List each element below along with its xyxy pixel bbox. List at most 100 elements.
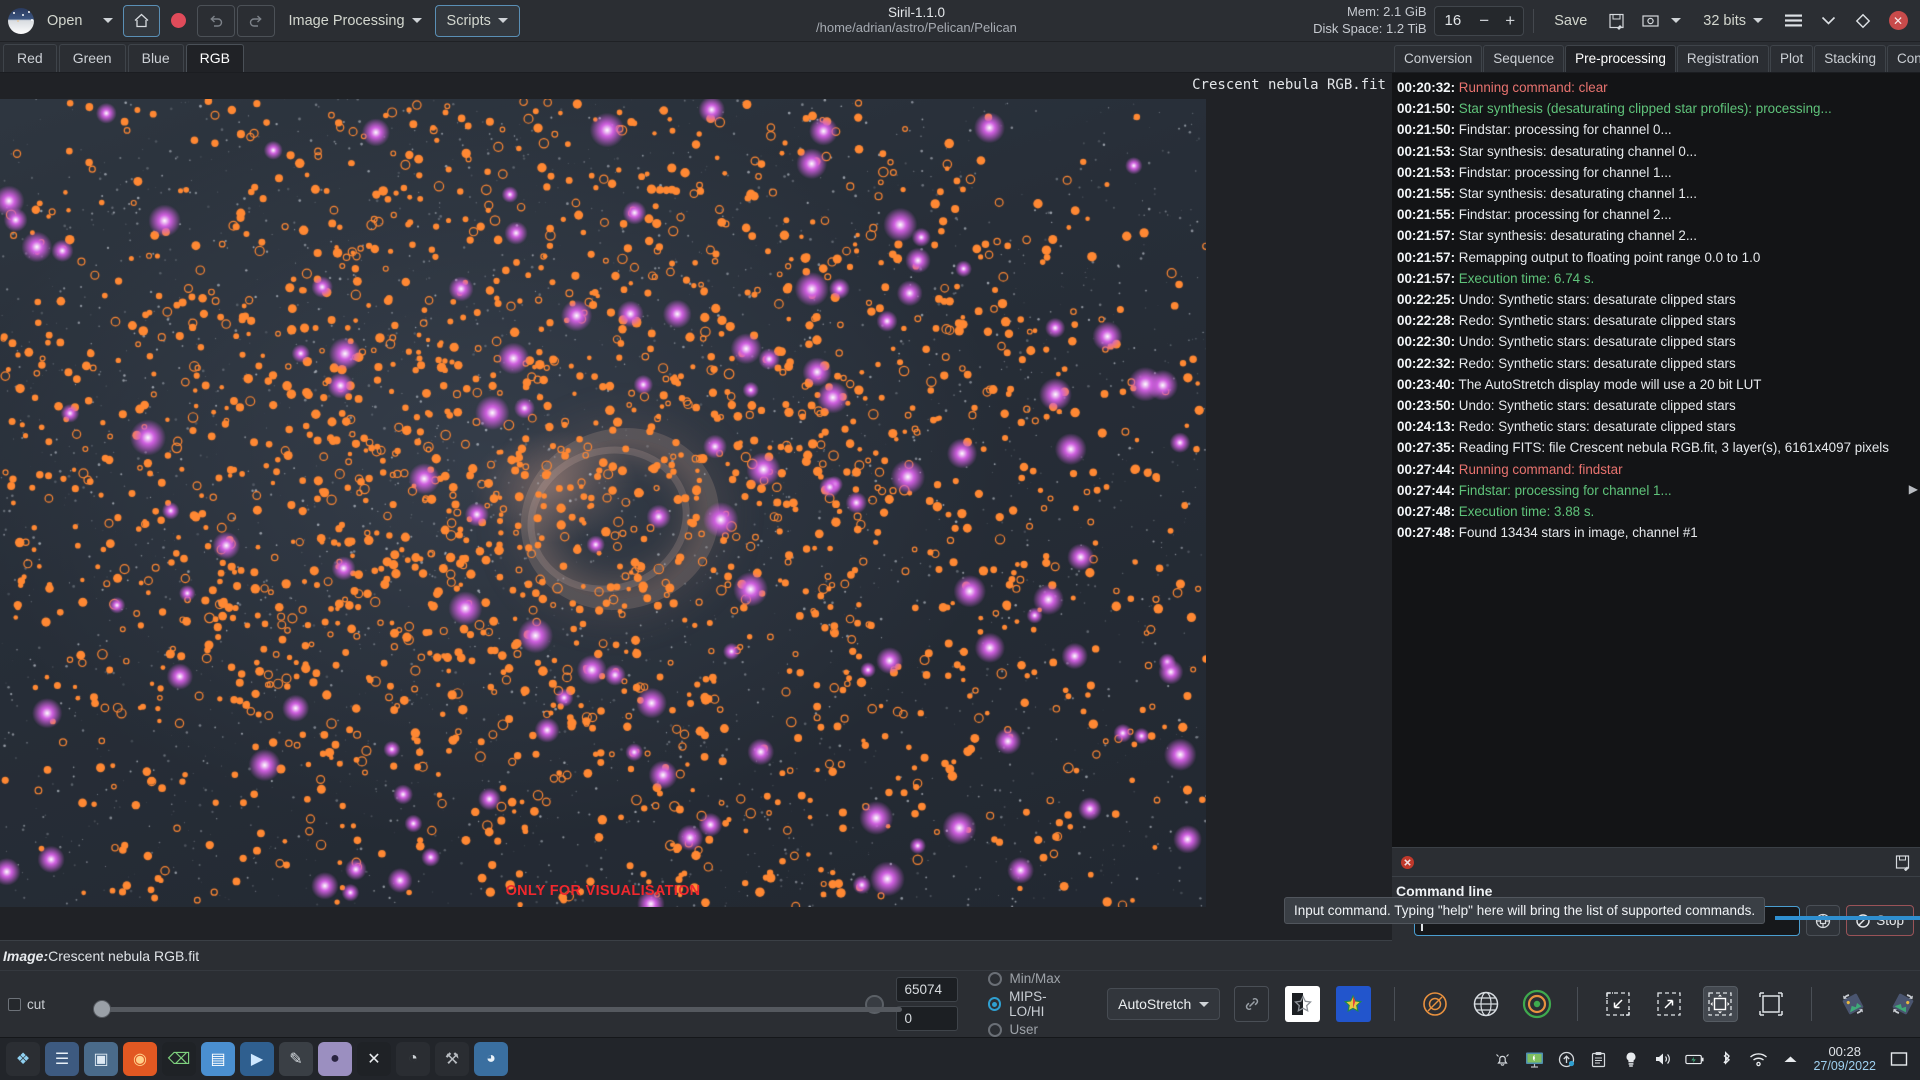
star-bw-button[interactable] [1285,986,1320,1022]
launcher-icon[interactable]: ❖ [6,1042,40,1076]
stop-button[interactable]: Stop [1846,905,1914,936]
bluetooth-icon[interactable] [1717,1050,1736,1069]
home-button[interactable] [123,4,161,37]
channel-tab-red[interactable]: Red [3,44,57,72]
tab-plot[interactable]: Plot [1769,45,1814,72]
main-menu-button[interactable] [1777,6,1809,36]
display-icon[interactable] [1525,1050,1544,1069]
radio-minmax[interactable]: Min/Max [987,971,1080,986]
tab-registration[interactable]: Registration [1676,45,1769,72]
window-close-button[interactable]: ✕ [1882,6,1914,36]
log-timestamp: 00:27:48: [1397,525,1456,541]
open-dropdown-button[interactable] [95,5,121,37]
tab-conversion[interactable]: Conversion [1394,45,1483,72]
bitdepth-menu[interactable]: 32 bits [1692,5,1774,37]
zoom-out-button[interactable] [1601,986,1636,1022]
zoom-100-button[interactable] [1754,986,1789,1022]
undo-button[interactable] [197,4,236,37]
console-log-line: 00:21:57: Execution time: 6.74 s. [1397,268,1915,289]
maximize-button[interactable] [1847,6,1879,36]
firefox-icon[interactable]: ◉ [123,1042,157,1076]
radio-mipslohi[interactable]: MIPS-LO/HI [987,989,1080,1019]
wifi-icon[interactable] [1749,1050,1768,1069]
zoom-fit-button[interactable] [1702,986,1738,1022]
radio-mipslohi-button[interactable] [987,997,1002,1011]
battery-icon[interactable] [1685,1050,1704,1069]
notifications-icon[interactable] [1493,1050,1512,1069]
owl-icon[interactable]: ◔ [396,1042,430,1076]
rotate-left-button[interactable] [1835,986,1870,1022]
redo-button[interactable] [237,4,276,37]
record-button[interactable] [162,5,195,37]
radio-user-button[interactable] [987,1022,1002,1037]
display-slider-handle[interactable] [93,999,112,1018]
clipboard-icon[interactable] [1589,1050,1608,1069]
toolbox-icon[interactable]: ▣ [84,1042,118,1076]
tab-console[interactable]: Console [1887,45,1920,72]
tab-sequence[interactable]: Sequence [1483,45,1565,72]
image-processing-menu[interactable]: Image Processing [277,5,432,37]
files-icon[interactable]: ☰ [45,1042,79,1076]
astro-image[interactable]: ONLY FOR VISUALISATION [0,99,1206,907]
brightness-icon[interactable] [1621,1050,1640,1069]
command-line-label: Command line [1396,883,1493,899]
log-timestamp: 00:21:57: [1397,228,1456,244]
console-log-view[interactable]: 00:20:32: Running command: clear 00:21:50… [1392,73,1920,847]
channel-tab-blue[interactable]: Blue [127,44,184,72]
save-button[interactable]: Save [1543,5,1598,37]
lo-level-input[interactable]: 0 [895,1006,958,1031]
photometry-button[interactable] [1418,986,1453,1022]
terminal-icon[interactable]: ⌫ [162,1042,196,1076]
tab-stacking[interactable]: Stacking [1814,45,1886,72]
star-color-button[interactable] [1335,986,1371,1022]
siril-icon[interactable]: ● [318,1042,352,1076]
open-button[interactable]: Open [36,5,93,37]
cut-checkbox[interactable] [8,997,21,1011]
target-button[interactable] [1519,986,1554,1022]
scripts-menu[interactable]: Scripts [434,4,520,37]
tools-icon[interactable]: ⚒ [435,1042,469,1076]
taskbar-clock[interactable]: 00:28 27/09/2022 [1813,1044,1876,1075]
tab-pre-processing[interactable]: Pre-processing [1565,45,1676,72]
header-bar: Open Image Processing Scripts Siril-1.1.… [0,0,1920,42]
xnview-icon[interactable]: ✕ [357,1042,391,1076]
radio-minmax-button[interactable] [987,971,1002,986]
show-desktop-icon[interactable] [1889,1050,1908,1069]
media-icon[interactable]: ▶ [240,1042,274,1076]
volume-icon[interactable] [1653,1050,1672,1069]
channel-tab-green[interactable]: Green [58,44,126,72]
snapshot-button[interactable] [1636,6,1668,36]
show-hidden-icon[interactable] [1781,1050,1800,1069]
snapshot-dropdown-icon[interactable] [1671,18,1682,23]
zoom-increase-button[interactable]: + [1497,11,1523,31]
zoom-stepper[interactable]: 16 − + [1433,5,1525,36]
console-scroll-indicator[interactable]: ▶ [1909,482,1918,496]
save-as-button[interactable] [1601,6,1633,36]
export-log-button[interactable] [1895,854,1912,871]
zoom-decrease-button[interactable]: − [1471,11,1497,31]
editor-icon[interactable]: ✎ [279,1042,313,1076]
astrometry-button[interactable] [1468,986,1503,1022]
hi-level-input[interactable]: 65074 [895,977,958,1002]
cut-checkbox-group[interactable]: cut [0,997,45,1012]
log-message: Execution time: 3.88 s. [1455,504,1595,520]
radio-user[interactable]: User [987,1022,1080,1037]
gimp-icon[interactable]: ◕ [474,1042,508,1076]
chevron-down-icon [497,18,508,23]
zoom-in-button[interactable] [1652,986,1687,1022]
display-slider[interactable] [45,971,903,1038]
command-help-button[interactable] [1806,905,1841,936]
minimize-button[interactable] [1812,6,1844,36]
channel-tab-rgb[interactable]: RGB [185,44,244,72]
image-canvas-area[interactable]: Crescent nebula RGB.fit ONLY FOR VISUALI… [0,73,1392,940]
chevron-down-icon [1753,18,1763,23]
clear-console-button[interactable] [1400,855,1415,870]
file-manager-icon[interactable]: ▤ [201,1042,235,1076]
log-timestamp: 00:27:35: [1397,440,1456,456]
rotate-right-button[interactable] [1886,986,1920,1022]
display-mode-combo[interactable]: AutoStretch [1107,988,1221,1020]
chain-levels-button[interactable] [1234,986,1270,1022]
radio-user-label: User [1009,1022,1039,1037]
display-slider-track[interactable] [97,1006,903,1012]
update-icon[interactable] [1557,1050,1576,1069]
